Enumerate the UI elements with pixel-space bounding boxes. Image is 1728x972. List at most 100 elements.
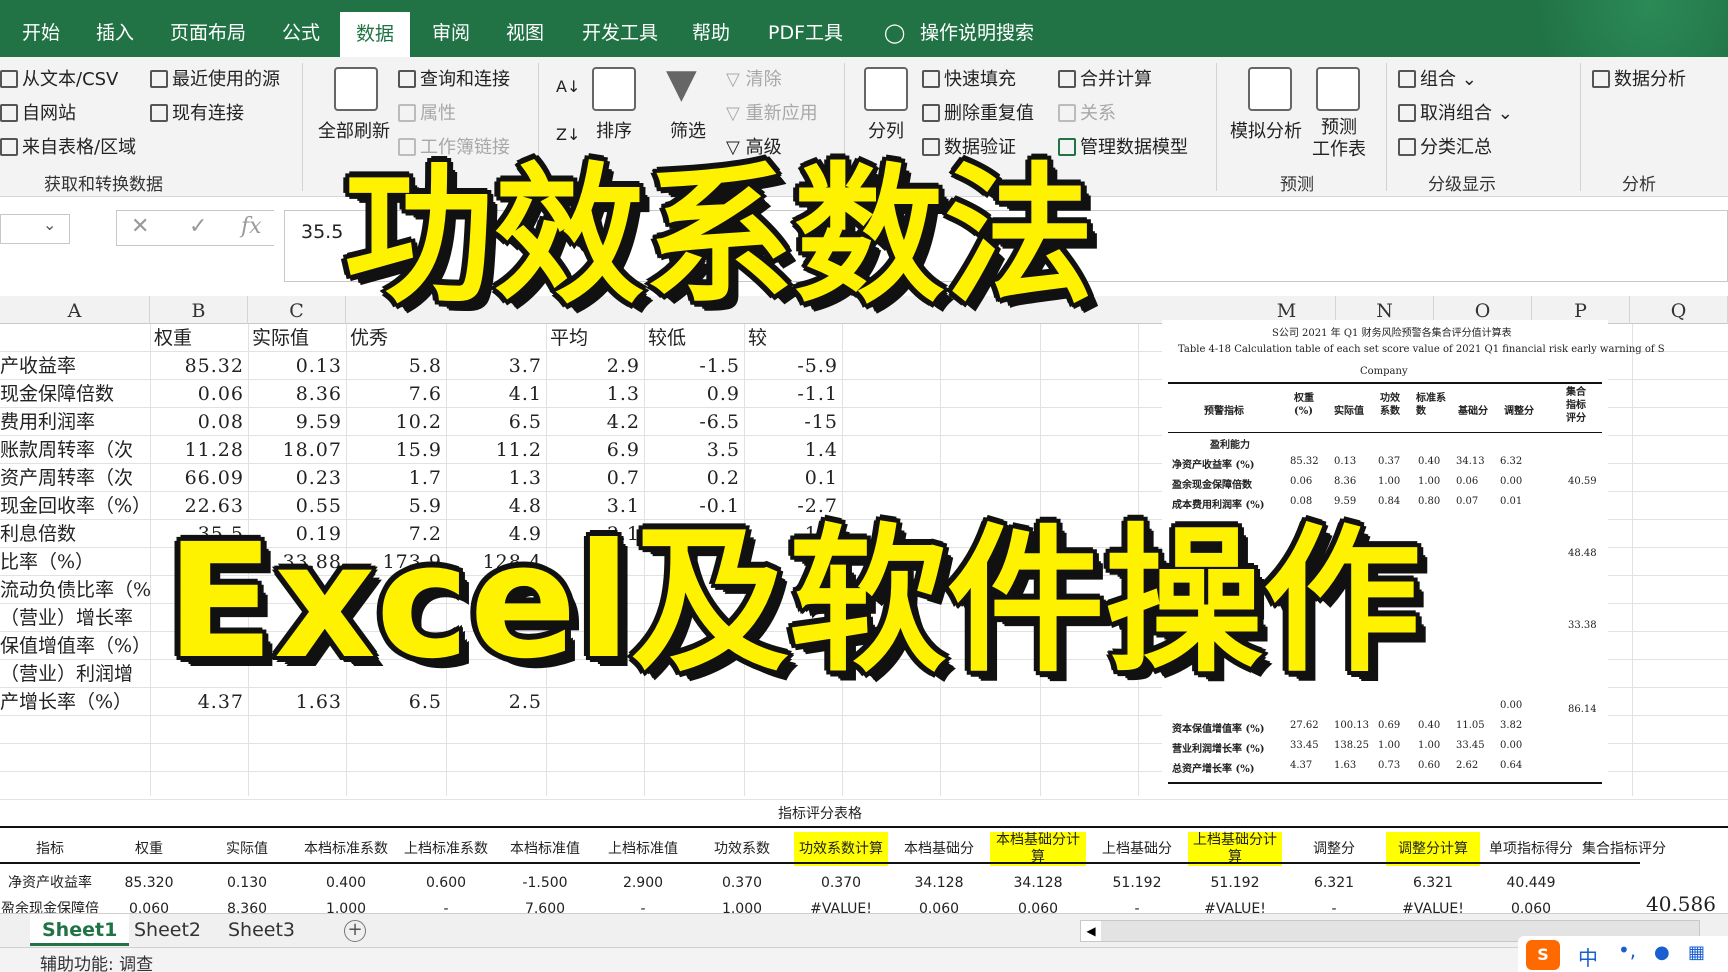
sheet-tab-1[interactable]: Sheet1	[30, 914, 130, 946]
col-header-c[interactable]: C	[248, 296, 346, 324]
refresh-all-button[interactable]: 全部刷新	[318, 117, 390, 143]
sogou-icon[interactable]: S	[1526, 940, 1560, 970]
value-cell[interactable]: 85.32	[150, 352, 244, 380]
relationships-button[interactable]: 关系	[1058, 99, 1116, 125]
flash-fill-button[interactable]: 快速填充	[922, 65, 1016, 91]
tab-view[interactable]: 视图	[498, 18, 552, 54]
header-cell[interactable]: 优秀	[350, 324, 388, 352]
value-cell[interactable]: 0.2	[644, 464, 740, 492]
value-cell[interactable]: 7.6	[346, 380, 442, 408]
add-sheet-icon[interactable]: +	[344, 920, 366, 942]
subtotal-button[interactable]: 分类汇总	[1398, 133, 1492, 159]
score-cell[interactable]: 6.321	[1384, 872, 1482, 894]
tell-me-search[interactable]: 操作说明搜索	[912, 18, 1042, 54]
ime-mode-icon[interactable]: 中	[1578, 942, 1598, 971]
sort-button[interactable]: 排序	[596, 117, 632, 143]
text-to-columns-button[interactable]: 分列	[868, 117, 904, 143]
score-header-cell[interactable]: 集合指标评分	[1582, 832, 1666, 866]
tab-insert[interactable]: 插入	[88, 18, 142, 54]
score-header-cell[interactable]: 本档基础分计算	[990, 832, 1086, 866]
remove-duplicates-button[interactable]: 删除重复值	[922, 99, 1034, 125]
value-cell[interactable]: 1.4	[744, 436, 838, 464]
value-cell[interactable]: 1.3	[446, 464, 542, 492]
row-label-cell[interactable]: （营业）增长率	[0, 604, 148, 632]
header-cell[interactable]: 实际值	[252, 324, 309, 352]
value-cell[interactable]: 15.9	[346, 436, 442, 464]
from-web-button[interactable]: 自网站	[0, 99, 76, 125]
value-cell[interactable]: 3.5	[644, 436, 740, 464]
value-cell[interactable]: 1.3	[546, 380, 640, 408]
score-header-cell[interactable]: 调整分计算	[1386, 832, 1480, 866]
header-cell[interactable]: 权重	[154, 324, 192, 352]
queries-connections-button[interactable]: 查询和连接	[398, 65, 510, 91]
header-cell[interactable]: 平均	[550, 324, 588, 352]
score-cell[interactable]: 0.370	[792, 872, 890, 894]
header-cell[interactable]: 较	[748, 324, 767, 352]
row-label-cell[interactable]: 费用利润率	[0, 408, 148, 436]
row-label-cell[interactable]: 产收益率	[0, 352, 148, 380]
fx-icon[interactable]: fx	[241, 214, 262, 239]
tab-developer[interactable]: 开发工具	[574, 18, 666, 54]
score-cell[interactable]: 40.449	[1482, 872, 1580, 894]
header-cell[interactable]: 较低	[648, 324, 686, 352]
what-if-analysis-button[interactable]: 模拟分析	[1230, 117, 1302, 143]
value-cell[interactable]: 8.36	[248, 380, 342, 408]
sheet-tab-2[interactable]: Sheet2	[134, 914, 201, 946]
name-box[interactable]: ⌄	[0, 214, 70, 244]
accessibility-status[interactable]: 辅助功能: 调查	[40, 950, 153, 972]
score-cell[interactable]: 0.600	[396, 872, 496, 894]
score-header-cell[interactable]: 功效系数计算	[794, 832, 888, 866]
properties-button[interactable]: 属性	[398, 99, 456, 125]
score-header-cell[interactable]: 上档基础分计算	[1188, 832, 1282, 866]
row-label-cell[interactable]: 账款周转率（次	[0, 436, 148, 464]
score-header-cell[interactable]: 实际值	[200, 832, 294, 866]
row-label-cell[interactable]: 产增长率（%）	[0, 688, 148, 716]
value-cell[interactable]: 0.13	[248, 352, 342, 380]
score-cell[interactable]: 85.320	[100, 872, 198, 894]
from-text-csv-button[interactable]: 从文本/CSV	[0, 65, 118, 91]
score-cell[interactable]: 0.370	[692, 872, 792, 894]
col-header-b[interactable]: B	[150, 296, 248, 324]
value-cell[interactable]: 0.1	[744, 464, 838, 492]
consolidate-button[interactable]: 合并计算	[1058, 65, 1152, 91]
value-cell[interactable]: 66.09	[150, 464, 244, 492]
existing-connections-button[interactable]: 现有连接	[150, 99, 244, 125]
score-cell[interactable]: 2.900	[594, 872, 692, 894]
forecast-sheet-button[interactable]: 预测 工作表	[1312, 117, 1366, 161]
score-cell[interactable]: 51.192	[1186, 872, 1284, 894]
value-cell[interactable]: 0.08	[150, 408, 244, 436]
row-label-cell[interactable]: （营业）利润增	[0, 660, 148, 688]
value-cell[interactable]: 6.5	[446, 408, 542, 436]
row-label-cell[interactable]: 现金保障倍数	[0, 380, 148, 408]
tab-pdf-tools[interactable]: PDF工具	[760, 18, 851, 54]
sheet-tab-3[interactable]: Sheet3	[228, 914, 295, 946]
value-cell[interactable]: 4.2	[546, 408, 640, 436]
score-header-cell[interactable]: 上档标准值	[596, 832, 690, 866]
value-cell[interactable]: 10.2	[346, 408, 442, 436]
tab-page-layout[interactable]: 页面布局	[162, 18, 254, 54]
keyboard-icon[interactable]: ▦	[1688, 942, 1705, 963]
tab-formulas[interactable]: 公式	[274, 18, 328, 54]
value-cell[interactable]: -1.5	[644, 352, 740, 380]
score-cell[interactable]: 51.192	[1088, 872, 1186, 894]
row-label-cell[interactable]: 保值增值率（%）	[0, 632, 151, 660]
value-cell[interactable]: 11.2	[446, 436, 542, 464]
recent-sources-button[interactable]: 最近使用的源	[150, 65, 280, 91]
value-cell[interactable]: 0.9	[644, 380, 740, 408]
value-cell[interactable]: 1.7	[346, 464, 442, 492]
tab-home[interactable]: 开始	[14, 18, 68, 54]
value-cell[interactable]: 4.1	[446, 380, 542, 408]
value-cell[interactable]: -6.5	[644, 408, 740, 436]
value-cell[interactable]: 0.06	[150, 380, 244, 408]
from-table-button[interactable]: 来自表格/区域	[0, 133, 136, 159]
tab-help[interactable]: 帮助	[684, 18, 738, 54]
value-cell[interactable]: 9.59	[248, 408, 342, 436]
score-header-cell[interactable]: 单项指标得分	[1484, 832, 1578, 866]
data-analysis-button[interactable]: 数据分析	[1592, 65, 1686, 91]
tab-review[interactable]: 审阅	[424, 18, 478, 54]
score-header-cell[interactable]: 调整分	[1286, 832, 1382, 866]
score-cell[interactable]: -1.500	[496, 872, 594, 894]
score-cell[interactable]: 0.130	[198, 872, 296, 894]
value-cell[interactable]: 0.23	[248, 464, 342, 492]
score-header-cell[interactable]: 指标	[2, 832, 98, 866]
